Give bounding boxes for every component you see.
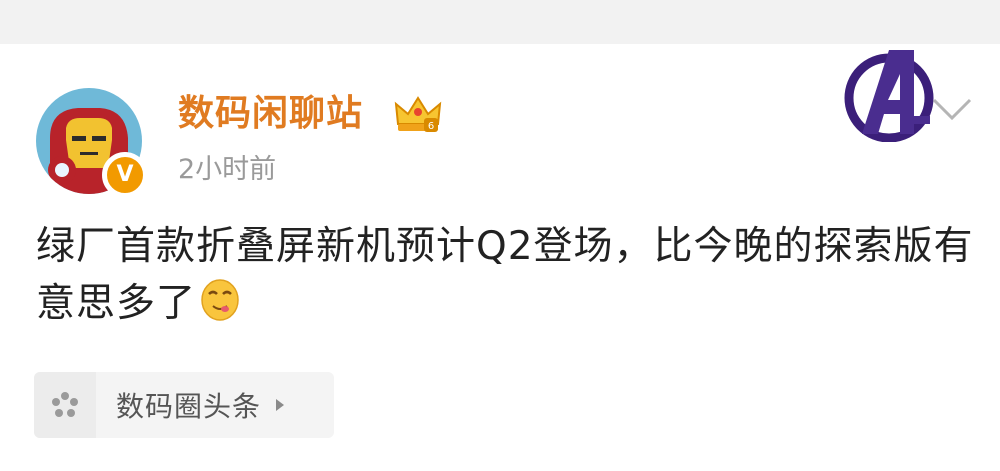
svg-text:6: 6 [428,121,434,132]
drooling-face-icon [201,279,239,321]
post-timestamp: 2小时前 [178,154,277,185]
topic-label: 数码圈头条 [116,390,262,423]
author-name[interactable]: 数码闲聊站 [178,92,363,136]
post-text: 绿厂首款折叠屏新机预计Q2登场，比今晚的探索版有意思多了 [36,224,974,326]
top-separator-band [0,0,1000,44]
verified-badge: V [102,152,148,198]
vip-crown-icon: 6 [394,96,442,132]
topic-icon-box [34,372,96,438]
chevron-down-icon[interactable] [930,96,974,122]
post-content: 绿厂首款折叠屏新机预计Q2登场，比今晚的探索版有意思多了 [36,218,976,332]
avengers-logo-icon [844,50,934,142]
topic-card[interactable]: 数码圈头条 [34,372,334,438]
pinwheel-icon [52,392,78,417]
chevron-right-icon [276,399,285,411]
